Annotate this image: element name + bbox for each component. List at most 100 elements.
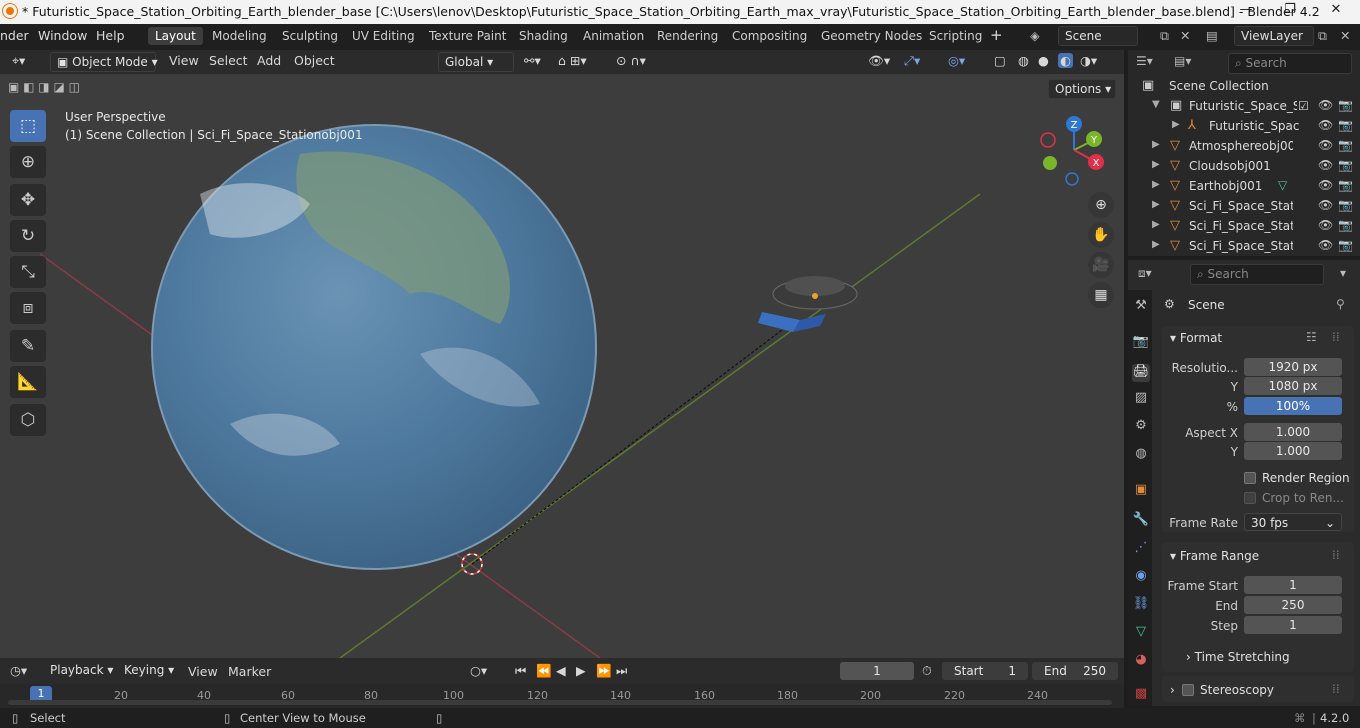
outliner-item[interactable]: ▶ ▽ Cloudsobj001 👁 📷 xyxy=(1128,156,1360,176)
drag-handle-icon[interactable]: ⁞⁞ xyxy=(1332,330,1340,344)
viewlayer-field[interactable]: ViewLayer xyxy=(1234,26,1314,46)
end-frame-field[interactable]: End 250 xyxy=(1032,662,1118,680)
view-layer-tab-icon[interactable]: ▨ xyxy=(1132,390,1150,408)
scene-field[interactable]: Scene xyxy=(1058,26,1138,46)
minimize-button[interactable]: — xyxy=(1226,2,1266,22)
close-button[interactable]: ✕ xyxy=(1316,2,1356,22)
drag-handle-icon[interactable]: ⁞⁞ xyxy=(1332,682,1340,696)
outliner-root[interactable]: ▣ Scene Collection xyxy=(1128,76,1360,96)
play-reverse-icon[interactable]: ◀ xyxy=(556,663,566,678)
current-frame-field[interactable]: 1 xyxy=(840,662,914,680)
expand-icon[interactable]: ▶ xyxy=(1152,139,1160,150)
play-icon[interactable]: ▶ xyxy=(576,663,586,678)
navigation-gizmo[interactable]: Z Y X xyxy=(1034,110,1114,190)
presets-list-icon[interactable]: ☷ xyxy=(1306,330,1317,344)
menu-object[interactable]: Object xyxy=(294,53,335,68)
playback-menu[interactable]: Playback ▾ xyxy=(44,661,116,679)
wireframe-shading-icon[interactable]: ◍ xyxy=(1018,53,1029,68)
collapse-icon[interactable]: ▼ xyxy=(1152,99,1160,110)
object-tab-icon[interactable]: ▣ xyxy=(1132,482,1150,500)
ortho-grid-icon[interactable]: ▦ xyxy=(1088,282,1114,308)
frame-end-field[interactable]: 250 xyxy=(1244,596,1342,614)
proportional-edit-icon[interactable]: ⊙ ∩▾ xyxy=(616,53,646,68)
3d-viewport[interactable]: User Perspective (1) Scene Collection | … xyxy=(0,74,1124,658)
tab-sculpting[interactable]: Sculpting xyxy=(275,27,345,45)
tab-geometry-nodes[interactable]: Geometry Nodes xyxy=(814,27,929,45)
pan-hand-icon[interactable]: ✋ xyxy=(1088,222,1114,248)
snap-icon[interactable]: ⌂ ⊞▾ xyxy=(558,53,587,68)
scene-selector-icon[interactable]: ◈ xyxy=(1030,28,1040,43)
cursor-tool-icon[interactable]: ⊕ xyxy=(10,146,46,178)
world-tab-icon[interactable]: ◍ xyxy=(1132,446,1150,464)
timeline-marker-menu[interactable]: Marker xyxy=(228,664,271,679)
menu-view[interactable]: View xyxy=(169,53,199,68)
record-icon[interactable]: ○▾ xyxy=(470,663,487,678)
camera-icon[interactable]: 📷 xyxy=(1338,238,1353,252)
viewlayer-icon[interactable]: ▤ xyxy=(1206,28,1218,43)
menu-select[interactable]: Select xyxy=(209,53,248,68)
frame-rate-dropdown[interactable]: 30 fps ⌄ xyxy=(1244,513,1342,531)
render-region-checkbox[interactable] xyxy=(1244,472,1256,484)
menu-render[interactable]: nder xyxy=(0,28,29,43)
frame-step-field[interactable]: 1 xyxy=(1244,616,1342,634)
resolution-y-field[interactable]: 1080 px xyxy=(1244,377,1342,395)
new-scene-icon[interactable]: ⧉ xyxy=(1160,28,1169,44)
texture-tab-icon[interactable]: ▩ xyxy=(1132,686,1150,704)
outliner-item-collection[interactable]: ▼ ▣ Futuristic_Space_S ☑ 👁 📷 xyxy=(1128,96,1360,116)
outliner-search-input[interactable]: ⌕ Search xyxy=(1228,53,1352,74)
camera-icon[interactable]: 📷 xyxy=(1338,218,1353,232)
zoom-icon[interactable]: ⊕ xyxy=(1088,192,1114,218)
eye-icon[interactable]: 👁 xyxy=(1318,158,1333,172)
visibility-icon[interactable]: 👁▾ xyxy=(868,53,890,69)
expand-icon[interactable]: ▶ xyxy=(1152,239,1160,250)
stopwatch-icon[interactable]: ⏱ xyxy=(922,663,932,679)
tab-animation[interactable]: Animation xyxy=(576,27,651,45)
prev-keyframe-icon[interactable]: ⏪ xyxy=(536,663,552,679)
aspect-x-field[interactable]: 1.000 xyxy=(1244,423,1342,441)
outliner-item[interactable]: ▶ ▽ Sci_Fi_Space_Static 👁 📷 xyxy=(1128,216,1360,236)
rotate-tool-icon[interactable]: ↻ xyxy=(10,220,46,252)
pivot-icon[interactable]: ⚯▾ xyxy=(524,53,541,68)
outliner-editor-icon[interactable]: ☰▾ xyxy=(1136,54,1153,68)
tool-tab-icon[interactable]: ⚒ xyxy=(1132,298,1150,316)
expand-icon[interactable]: ▶ xyxy=(1152,159,1160,170)
timeline-editor-icon[interactable]: ◷▾ xyxy=(10,663,27,678)
tab-modeling[interactable]: Modeling xyxy=(205,27,274,45)
outliner-item[interactable]: ▶ ▽ Sci_Fi_Space_Static 👁 📷 xyxy=(1128,236,1360,256)
jump-start-icon[interactable]: ⏮ xyxy=(515,663,526,679)
tab-texture-paint[interactable]: Texture Paint xyxy=(422,27,513,45)
stereoscopy-checkbox[interactable] xyxy=(1182,684,1194,696)
add-cube-tool-icon[interactable]: ⬡ xyxy=(10,404,46,436)
solid-shading-icon[interactable]: ● xyxy=(1038,53,1049,68)
frame-start-field[interactable]: 1 xyxy=(1244,576,1342,594)
tab-uv-editing[interactable]: UV Editing xyxy=(345,27,422,45)
delete-viewlayer-icon[interactable]: ✕ xyxy=(1340,28,1350,43)
start-frame-field[interactable]: Start 1 xyxy=(942,662,1028,680)
eye-icon[interactable]: 👁 xyxy=(1318,118,1333,132)
camera-view-icon[interactable]: 🎥 xyxy=(1088,252,1114,278)
camera-icon[interactable]: 📷 xyxy=(1338,138,1353,152)
new-viewlayer-icon[interactable]: ⧉ xyxy=(1318,28,1327,44)
output-tab-icon[interactable]: 🖨 xyxy=(1132,364,1150,382)
tab-layout[interactable]: Layout xyxy=(148,27,203,45)
eye-icon[interactable]: 👁 xyxy=(1318,238,1333,252)
stereoscopy-header[interactable]: › xyxy=(1170,683,1175,697)
tab-scripting[interactable]: Scripting xyxy=(922,27,989,45)
expand-icon[interactable]: ▶ xyxy=(1152,199,1160,210)
frame-range-header[interactable]: ▾ Frame Range xyxy=(1170,549,1259,563)
keying-menu[interactable]: Keying ▾ xyxy=(118,661,178,679)
pin-icon[interactable]: ⚲ xyxy=(1336,297,1345,311)
scene-tab-icon[interactable]: ⚙ xyxy=(1132,418,1150,436)
resolution-x-field[interactable]: 1920 px xyxy=(1244,358,1342,376)
tab-shading[interactable]: Shading xyxy=(512,27,575,45)
camera-icon[interactable]: 📷 xyxy=(1338,118,1353,132)
editor-type-icon[interactable]: ⌖▾ xyxy=(12,53,25,69)
material-tab-icon[interactable]: ◕ xyxy=(1132,652,1150,670)
modifier-tab-icon[interactable]: 🔧 xyxy=(1132,512,1150,530)
transform-tool-icon[interactable]: ⧈ xyxy=(10,292,46,324)
constraints-tab-icon[interactable]: ⛓ xyxy=(1132,596,1150,614)
checkbox-icon[interactable]: ☑ xyxy=(1298,99,1309,113)
drag-handle-icon[interactable]: ⁞⁞ xyxy=(1332,548,1340,562)
options-dropdown[interactable]: Options ▾ xyxy=(1048,79,1116,99)
properties-search-input[interactable]: ⌕ Search xyxy=(1190,264,1324,285)
